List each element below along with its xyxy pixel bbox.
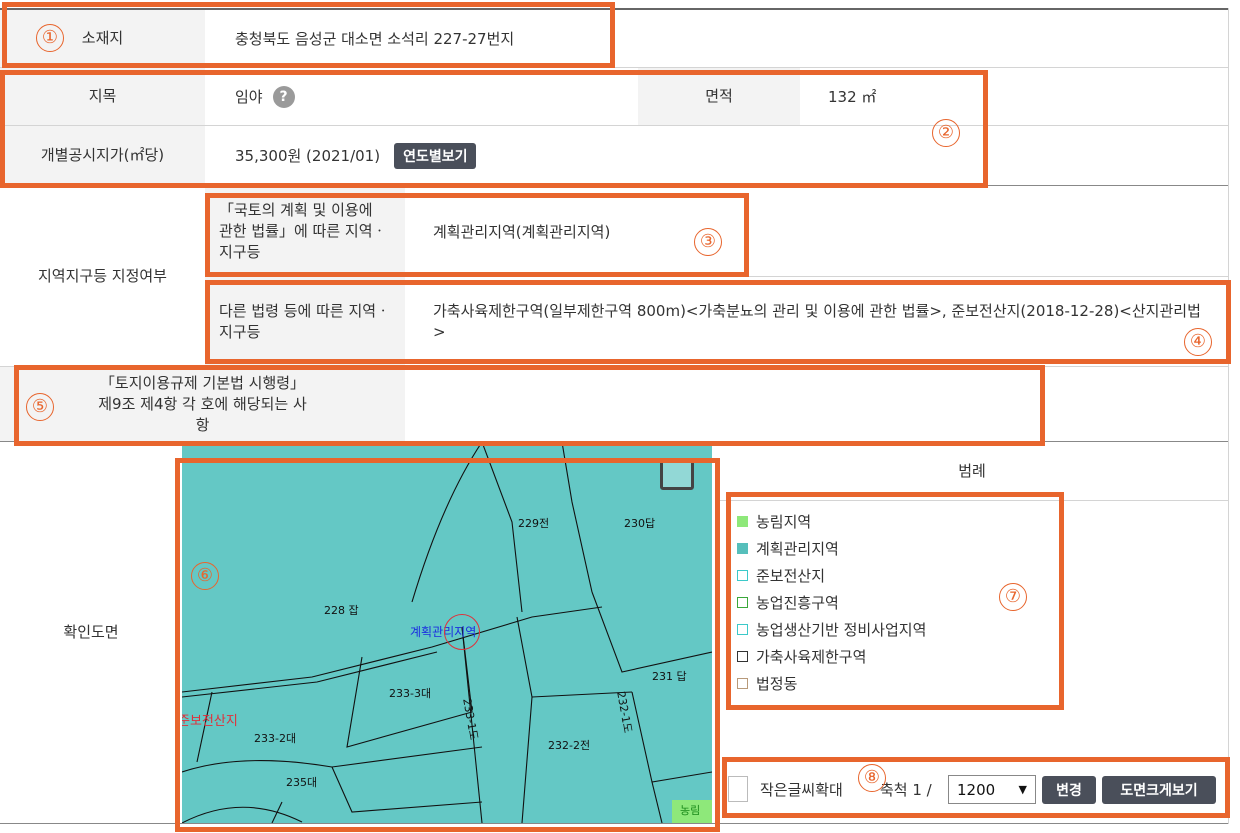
location-value: 충청북도 음성군 대소면 소석리 227-27번지 [235,30,515,48]
marker-7: ⑦ [999,583,1027,611]
legend-swatch [737,516,748,527]
regulation-value [433,367,933,441]
parcel-label: 230답 [624,517,656,530]
legend-label: 농업진흥구역 [756,594,839,612]
marker-4: ④ [1184,328,1212,356]
official-price-cell: 35,300원 (2021/01) 연도별보기 [235,126,735,185]
parcel-label: 231 답 [652,670,687,683]
question-icon[interactable]: ? [272,85,295,108]
table-bottom-border [0,823,1228,824]
legend-label: 가축사육제한구역 [756,648,867,666]
marker-6: ⑥ [191,562,219,590]
area-label: 면적 [638,68,800,125]
large-text-label: 작은글씨확대 [760,781,843,799]
marker-1: ① [36,24,64,52]
national-law-label: 「국토의 계획 및 이용에 관한 법률」에 따른 지역ㆍ지구등 [205,187,405,276]
parcel-label: 228 잡 [324,604,359,617]
zoning-label: 지역지구등 지정여부 [0,187,205,366]
scale-select[interactable]: 1200 ▼ [948,775,1036,804]
parcel-label: 233-3대 [389,687,432,700]
legend-label: 계획관리지역 [756,540,839,558]
enlarge-map-button[interactable]: 도면크게보기 [1102,776,1216,804]
official-price-value: 35,300원 (2021/01) [235,147,381,165]
legend-swatch [737,624,748,635]
legend-label: 법정동 [756,675,798,693]
land-category-cell: 임야 ? [235,68,615,125]
location-label: 소재지 [0,10,205,67]
parcel-label: 233-2대 [254,732,297,745]
other-law-value: 가축사육제한구역(일부제한구역 800m)<가축분뇨의 관리 및 이용에 관한 … [433,301,1201,341]
legend-item: 농업생산기반 정비사업지역 [737,616,1057,643]
change-scale-button[interactable]: 변경 [1042,776,1096,804]
legend-item: 계획관리지역 [737,535,1057,562]
land-category-label: 지목 [0,68,205,125]
marker-3: ③ [694,228,722,256]
other-law-label: 다른 법령 등에 따른 지역ㆍ지구등 [205,277,405,366]
agri-zone-label: 농림 [680,804,701,817]
map-label: 확인도면 [0,442,182,823]
yearly-view-button[interactable]: 연도별보기 [394,142,477,169]
legend-swatch [737,597,748,608]
legend-item: 가축사육제한구역 [737,643,1057,670]
legend-swatch [737,543,748,554]
legend-label: 농업생산기반 정비사업지역 [756,621,927,639]
legend-label: 준보전산지 [756,567,826,585]
scale-label: 축척 1 / [880,781,932,799]
official-price-label: 개별공시지가(㎡당) [0,126,205,185]
target-parcel-marker [444,614,480,650]
scale-value: 1200 [957,780,996,799]
legend-divider [716,500,1228,501]
map-view[interactable]: 229전 230답 228 잡 233-3대 231 답 233-1도 232-… [182,442,712,823]
marker-2: ② [932,119,960,147]
legend-swatch [737,651,748,662]
row-divider [0,185,1228,186]
forest-zone-label: 준보전산지 [182,714,238,729]
parcel-label: 232-2전 [548,739,591,752]
legend-item: 법정동 [737,670,1057,697]
parcel-label: 235대 [286,776,318,789]
table-right-border [1228,8,1229,824]
regulation-label: 「토지이용규제 기본법 시행령」 제9조 제4항 각 호에 해당되는 사항 [0,367,405,441]
land-category-value: 임야 [235,88,263,106]
area-value: 132 ㎡ [828,88,877,106]
marker-8: ⑧ [858,764,886,792]
parcel-label: 229전 [518,517,550,530]
legend-label: 농림지역 [756,513,812,531]
chevron-down-icon: ▼ [1018,783,1027,796]
large-text-checkbox[interactable] [728,776,748,802]
legend-swatch [737,570,748,581]
legend-swatch [737,678,748,689]
marker-5: ⑤ [26,393,54,421]
national-law-value: 계획관리지역(계획관리지역) [433,223,611,241]
fullscreen-icon[interactable] [660,460,694,490]
legend-item: 농림지역 [737,508,1057,535]
legend-title: 범례 [716,443,1228,500]
